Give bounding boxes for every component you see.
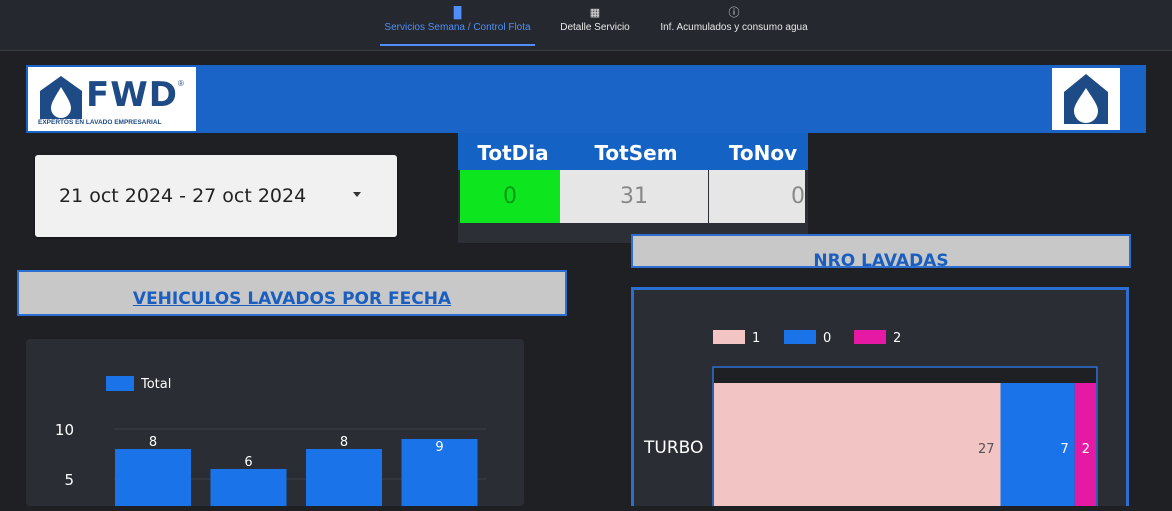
vehiculos-lavados-title: VEHICULOS LAVADOS POR FECHA xyxy=(17,270,567,316)
registered-mark: ® xyxy=(178,79,184,88)
y-tick-label: 5 xyxy=(64,471,74,489)
legend-swatch-total xyxy=(106,376,134,391)
tab-servicios-semana[interactable]: ▐▌ Servicios Semana / Control Flota xyxy=(380,6,535,46)
fwd-logo: FWD ® EXPERTOS EN LAVADO EMPRESARIAL xyxy=(28,67,196,131)
bar-total xyxy=(306,449,382,511)
kpi-value-tonov-text: 0 xyxy=(791,184,805,209)
legend-label-total: Total xyxy=(140,377,171,392)
bar-data-label: 9 xyxy=(435,440,443,455)
kpi-header-totsem: TotSem xyxy=(594,141,678,165)
legend-swatch-2 xyxy=(854,330,886,344)
date-range-value: 21 oct 2024 - 27 oct 2024 xyxy=(59,185,307,207)
kpi-value-totdia: 0 xyxy=(460,170,560,223)
kpi-scorecard: TotDia TotSem ToNov 0 31 0 xyxy=(458,133,808,243)
bar-chart-icon: ▐▌ xyxy=(449,7,466,19)
tab-label: Inf. Acumulados y consumo agua xyxy=(660,22,808,33)
legend-swatch-0 xyxy=(784,330,816,344)
bar-total xyxy=(210,469,287,511)
info-icon: ⓘ xyxy=(728,7,740,19)
tab-inf-acumulados[interactable]: ⓘ Inf. Acumulados y consumo agua xyxy=(654,6,814,33)
segment-data-label: 27 xyxy=(978,442,995,457)
bar-data-label: 8 xyxy=(340,435,348,450)
header-banner: FWD ® EXPERTOS EN LAVADO EMPRESARIAL xyxy=(26,65,1146,133)
active-tab-indicator xyxy=(380,44,535,46)
kpi-header-totdia: TotDia xyxy=(477,141,549,165)
plot-top-band xyxy=(714,368,1096,383)
tab-label: Detalle Servicio xyxy=(560,22,630,33)
nro-lavadas-chart-panel: 1 0 2 TURBO 27 7 2 xyxy=(631,287,1129,511)
legend-label-2: 2 xyxy=(893,331,901,346)
top-navigation: ▐▌ Servicios Semana / Control Flota ▦ De… xyxy=(0,0,1172,51)
vehiculos-chart-panel: Total 5 10 8 6 8 9 xyxy=(26,339,524,511)
bar-data-label: 6 xyxy=(244,455,252,470)
vehiculos-bar-chart: Total 5 10 8 6 8 9 xyxy=(55,376,486,511)
tab-label: Servicios Semana / Control Flota xyxy=(384,22,531,33)
y-tick-label: 10 xyxy=(55,421,74,439)
legend-label-1: 1 xyxy=(752,331,760,346)
nro-lavadas-title: NRO LAVADAS xyxy=(631,234,1131,268)
kpi-header-tonov: ToNov xyxy=(728,141,798,165)
house-drop-icon xyxy=(1064,74,1108,124)
segment-data-label: 2 xyxy=(1082,442,1090,457)
legend-swatch-1 xyxy=(713,330,745,344)
legend-label-0: 0 xyxy=(823,331,831,346)
house-drop-icon xyxy=(40,76,82,119)
bar-total xyxy=(115,449,191,511)
logo-subtitle: EXPERTOS EN LAVADO EMPRESARIAL xyxy=(38,119,162,126)
kpi-value-tonov: 0 xyxy=(709,170,805,223)
grid-icon: ▦ xyxy=(589,7,601,19)
date-range-picker[interactable]: 21 oct 2024 - 27 oct 2024 xyxy=(35,155,397,237)
category-label: TURBO xyxy=(643,438,703,458)
nro-lavadas-stacked-chart: 1 0 2TURBO 27 7 2 xyxy=(643,330,1098,511)
house-drop-logo xyxy=(1052,68,1120,130)
logo-wordmark: FWD xyxy=(86,75,178,115)
stacked-segment-1 xyxy=(714,383,1001,506)
kpi-value-totsem: 31 xyxy=(560,170,708,223)
dropdown-caret-icon xyxy=(353,192,361,197)
tab-detalle-servicio[interactable]: ▦ Detalle Servicio xyxy=(555,6,635,33)
segment-data-label: 7 xyxy=(1060,442,1068,457)
bar-data-label: 8 xyxy=(149,435,157,450)
